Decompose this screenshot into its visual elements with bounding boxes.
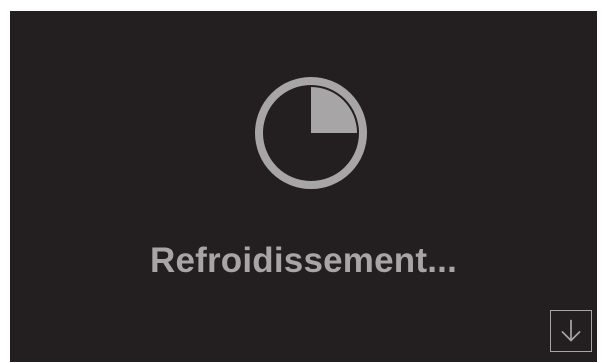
arrow-down-icon: [561, 319, 581, 342]
scroll-down-button[interactable]: [550, 310, 592, 352]
cooling-screen: Refroidissement...: [10, 11, 597, 362]
status-text: Refroidissement...: [149, 241, 457, 280]
progress-pie-icon: [255, 77, 367, 189]
